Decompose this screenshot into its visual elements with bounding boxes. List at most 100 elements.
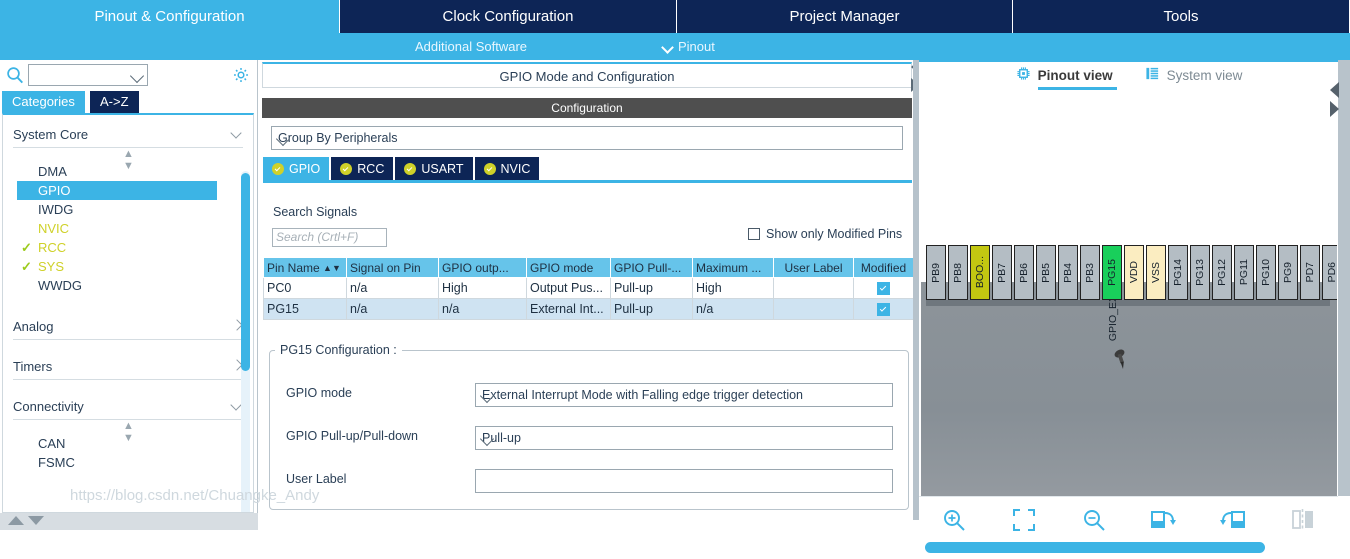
cell-gpio-output: High: [438, 277, 527, 299]
column-header-maximum[interactable]: Maximum ...: [692, 257, 774, 278]
pin-label: PB4: [1062, 262, 1074, 283]
rotate-right-button[interactable]: [1128, 499, 1198, 543]
column-header-gpio-pull[interactable]: GPIO Pull-...: [610, 257, 693, 278]
flip-button[interactable]: [1268, 499, 1338, 543]
sidebar-tab-categories[interactable]: Categories: [2, 91, 85, 113]
tab-system-view[interactable]: System view: [1145, 61, 1242, 89]
column-header-pin-name[interactable]: Pin Name ▲▼: [263, 257, 347, 278]
subnav-additional-software[interactable]: Additional Software: [415, 33, 527, 60]
tree-item-iwdg[interactable]: IWDG: [3, 200, 253, 219]
tree-group-header-system-core[interactable]: System Core: [13, 121, 243, 148]
gpio-mode-select[interactable]: External Interrupt Mode with Falling edg…: [475, 383, 893, 407]
pin-pg12[interactable]: PG12: [1212, 245, 1232, 300]
pin-pb9[interactable]: PB9: [926, 245, 946, 300]
pin-label: PG13: [1194, 259, 1206, 286]
pin-vss[interactable]: VSS: [1146, 245, 1166, 300]
sidebar-scrollbar-thumb[interactable]: [241, 173, 250, 371]
field-user-label: User Label: [270, 469, 910, 493]
nav-tab-project-manager[interactable]: Project Manager: [677, 0, 1013, 33]
pin-label: VSS: [1150, 261, 1162, 283]
pin-pb6[interactable]: PB6: [1014, 245, 1034, 300]
search-signals-input[interactable]: Search (Crtl+F): [272, 228, 387, 247]
gpio-pull-select[interactable]: Pull-up: [475, 426, 893, 450]
show-only-modified-row[interactable]: Show only Modified Pins: [748, 227, 902, 241]
pin-pd7[interactable]: PD7: [1300, 245, 1320, 300]
rotate-left-button[interactable]: [1198, 499, 1268, 543]
pinout-collapse-arrows[interactable]: [1328, 82, 1342, 126]
tree-item-sys[interactable]: ✓ SYS: [3, 257, 253, 276]
tree-group-analog: Analog: [13, 313, 243, 340]
sidebar-scrollbar[interactable]: [241, 171, 250, 512]
rotate-right-icon: [1149, 507, 1177, 536]
pin-pd6[interactable]: PD6: [1322, 245, 1337, 300]
table-row[interactable]: PG15 n/a n/a External Int... Pull-up n/a: [263, 298, 914, 320]
chip-body: [921, 282, 1337, 496]
subnav-pinout[interactable]: Pinout: [662, 33, 715, 60]
pin-pb8[interactable]: PB8: [948, 245, 968, 300]
pin-pushpin-icon: [1111, 348, 1133, 372]
pin-pg9[interactable]: PG9: [1278, 245, 1298, 300]
gpio-mode-value: External Interrupt Mode with Falling edg…: [482, 388, 804, 402]
pin-pb3[interactable]: PB3: [1080, 245, 1100, 300]
tree-item-wwdg[interactable]: WWDG: [3, 276, 253, 295]
column-header-user-label[interactable]: User Label: [773, 257, 854, 278]
nav-tab-clock-configuration[interactable]: Clock Configuration: [340, 0, 677, 33]
tab-pinout-view[interactable]: Pinout view: [1016, 61, 1117, 90]
chip-canvas[interactable]: GPIO_EXTI15 PB9 PB8 BOO... PB7 PB6 PB5 P…: [921, 90, 1337, 496]
pin-pg13[interactable]: PG13: [1190, 245, 1210, 300]
pin-pg11[interactable]: PG11: [1234, 245, 1254, 300]
sidebar-search-row: [0, 60, 258, 90]
pin-vdd[interactable]: VDD: [1124, 245, 1144, 300]
pin-configuration-groupbox: GPIO mode External Interrupt Mode with F…: [269, 350, 909, 510]
pin-pg10[interactable]: PG10: [1256, 245, 1276, 300]
tree-item-gpio[interactable]: GPIO: [17, 181, 217, 200]
tree-group-header-connectivity[interactable]: Connectivity: [13, 393, 243, 420]
tree-scroll-spinner[interactable]: ▲ ▼: [3, 148, 253, 172]
gear-icon[interactable]: [232, 66, 250, 84]
tree-group-header-timers[interactable]: Timers: [13, 353, 243, 380]
checked-checkbox-icon: [877, 303, 890, 317]
column-header-gpio-mode[interactable]: GPIO mode: [526, 257, 611, 278]
pin-pg15[interactable]: PG15: [1102, 245, 1122, 300]
sidebar-tab-az[interactable]: A->Z: [90, 91, 139, 113]
tab-gpio[interactable]: GPIO: [263, 157, 330, 180]
pin-pb4[interactable]: PB4: [1058, 245, 1078, 300]
zoom-out-button[interactable]: [1059, 499, 1129, 543]
pin-pb5[interactable]: PB5: [1036, 245, 1056, 300]
tree-group-header-analog[interactable]: Analog: [13, 313, 243, 340]
pin-pg14[interactable]: PG14: [1168, 245, 1188, 300]
show-only-modified-checkbox[interactable]: [748, 228, 760, 240]
tree-scroll-spinner-2[interactable]: ▲ ▼: [3, 420, 253, 444]
zoom-slider[interactable]: [925, 542, 1265, 553]
scroll-up-icon[interactable]: [8, 516, 24, 525]
column-header-modified[interactable]: Modified: [853, 257, 914, 278]
arrow-left-icon[interactable]: [1330, 82, 1339, 98]
column-header-gpio-output[interactable]: GPIO outp...: [438, 257, 527, 278]
pin-boot0[interactable]: BOO...: [970, 245, 990, 300]
tab-usart[interactable]: USART: [395, 157, 473, 180]
nav-tab-tools[interactable]: Tools: [1013, 0, 1350, 33]
arrow-right-icon[interactable]: [1330, 101, 1339, 117]
zoom-in-button[interactable]: [919, 499, 989, 543]
cell-modified[interactable]: [853, 277, 914, 299]
field-gpio-mode: GPIO mode External Interrupt Mode with F…: [270, 383, 910, 407]
fit-to-screen-button[interactable]: [989, 499, 1059, 543]
search-icon[interactable]: [6, 66, 24, 84]
column-header-signal-on-pin[interactable]: Signal on Pin: [346, 257, 439, 278]
group-by-select[interactable]: Group By Peripherals: [271, 126, 903, 150]
sidebar-search-input[interactable]: [28, 64, 148, 86]
cell-gpio-mode: External Int...: [526, 298, 611, 320]
tree-item-fsmc[interactable]: FSMC: [3, 453, 253, 472]
pin-pb7[interactable]: PB7: [992, 245, 1012, 300]
table-row[interactable]: PC0 n/a High Output Pus... Pull-up High: [263, 277, 914, 299]
tree-item-nvic[interactable]: NVIC: [3, 219, 253, 238]
pin-label: PB6: [1018, 262, 1030, 283]
tree-item-rcc[interactable]: ✓ RCC: [3, 238, 253, 257]
nav-tab-pinout-configuration[interactable]: Pinout & Configuration: [0, 0, 340, 33]
user-label-input[interactable]: [475, 469, 893, 493]
tab-rcc[interactable]: RCC: [331, 157, 394, 180]
left-sidebar: Categories A->Z System Core ▲ ▼ DMA GPIO …: [0, 60, 258, 530]
scroll-down-icon[interactable]: [28, 516, 44, 525]
cell-modified[interactable]: [853, 298, 914, 320]
tab-nvic[interactable]: NVIC: [474, 157, 540, 180]
